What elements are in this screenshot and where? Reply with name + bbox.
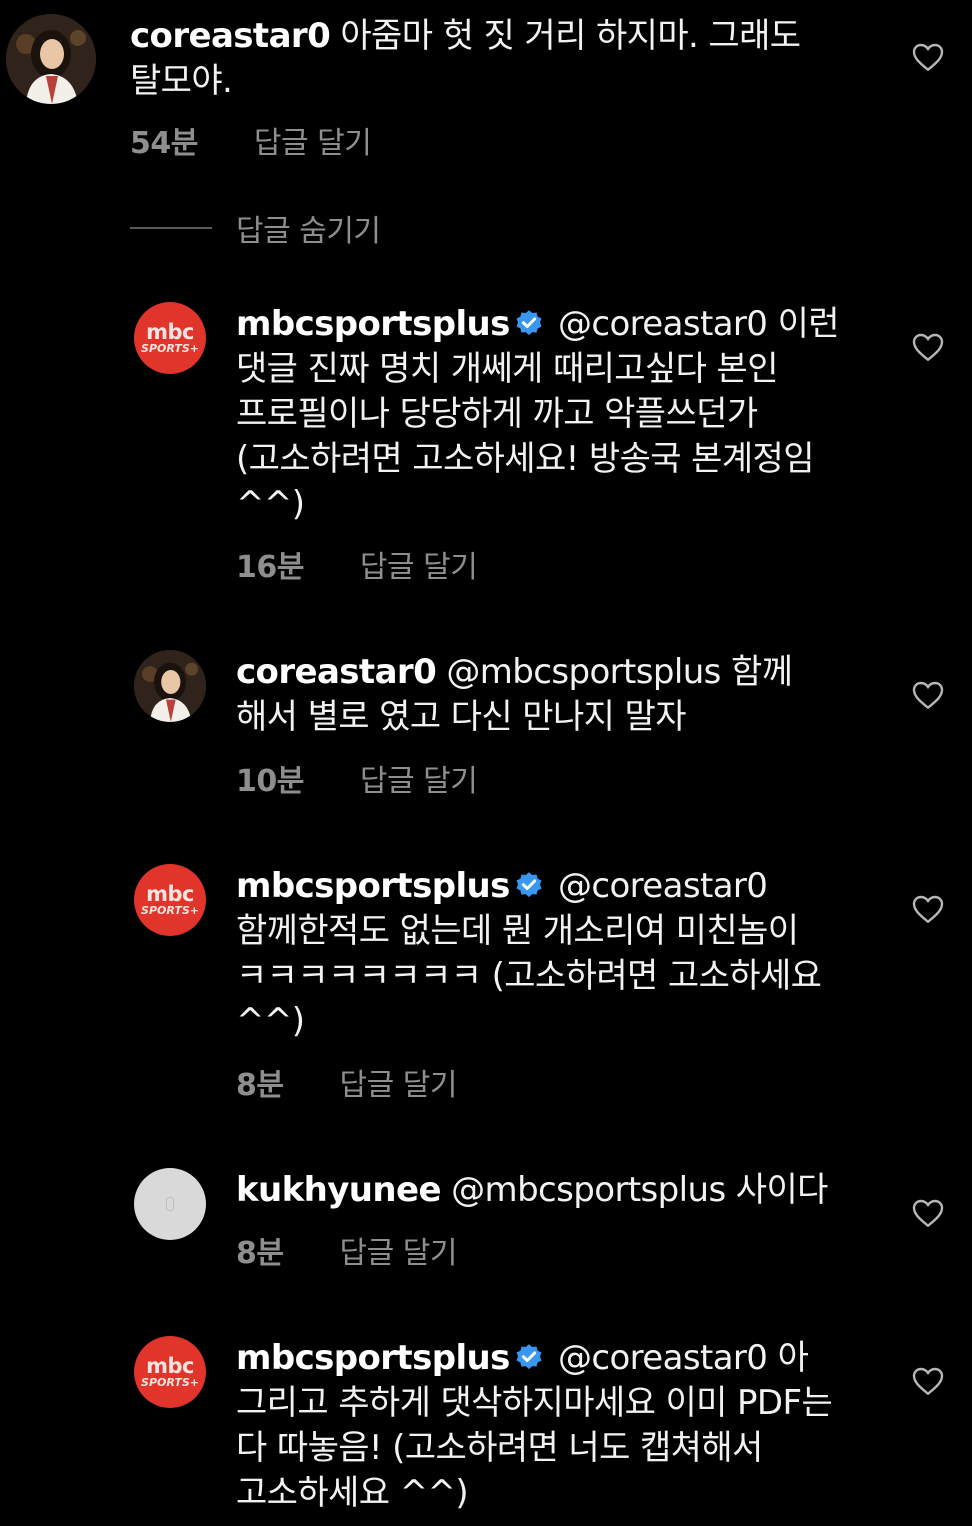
comment-username[interactable]: mbcsportsplus [236, 304, 510, 344]
reply-button[interactable]: 답글 달기 [339, 1060, 457, 1104]
verified-badge-icon [516, 1344, 542, 1369]
comment-mention[interactable]: @coreastar0 [558, 866, 768, 906]
comment-time: 54분 [130, 126, 198, 161]
comment-time: 8분 [236, 1068, 284, 1103]
comment-text: 함께한적도 없는데 뭔 개소리여 미친놈이 ㅋㅋㅋㅋㅋㅋㅋㅋ (고소하려면 고소… [236, 911, 822, 1041]
mbc-logo-bottom: SPORTS+ [141, 341, 199, 355]
heart-icon[interactable] [912, 42, 944, 72]
comment-username[interactable]: mbcsportsplus [236, 866, 510, 906]
mbc-logo-top: mbc [146, 1353, 194, 1378]
heart-icon[interactable] [912, 1366, 944, 1396]
heart-icon[interactable] [912, 680, 944, 710]
reply-button[interactable]: 답글 달기 [360, 542, 478, 586]
comments-screen: coreastar0 아줌마 헛 짓 거리 하지마. 그래도 탈모야. 54분 … [0, 0, 972, 1526]
reply-button[interactable]: 답글 달기 [339, 1228, 457, 1272]
comment-mention[interactable]: @coreastar0 [558, 304, 768, 344]
mbc-logo-top: mbc [146, 319, 194, 344]
comment-mention[interactable]: @mbcsportsplus [451, 1170, 726, 1210]
comment-username[interactable]: coreastar0 [236, 652, 437, 692]
comment-time: 10분 [236, 764, 304, 799]
heart-icon[interactable] [912, 894, 944, 924]
hide-replies-label: 답글 숨기기 [236, 214, 381, 249]
reply-button[interactable]: 답글 달기 [360, 756, 478, 800]
comment-username[interactable]: kukhyunee [236, 1170, 442, 1210]
divider [130, 227, 212, 229]
comment-username[interactable]: coreastar0 [130, 16, 331, 56]
comment-text: 사이다 [735, 1170, 829, 1210]
mbc-logo-bottom: SPORTS+ [141, 1375, 199, 1389]
mbc-logo-bottom: SPORTS+ [141, 903, 199, 917]
hide-replies-button[interactable]: 답글 숨기기 [130, 206, 381, 250]
comment-mention[interactable]: @coreastar0 [558, 1338, 768, 1378]
avatar[interactable] [6, 14, 96, 104]
avatar[interactable]: mbc SPORTS+ [134, 1336, 206, 1408]
avatar[interactable] [134, 1168, 206, 1240]
verified-badge-icon [516, 872, 542, 897]
comment-time: 8분 [236, 1236, 284, 1271]
heart-icon[interactable] [912, 1198, 944, 1228]
avatar[interactable]: mbc SPORTS+ [134, 864, 206, 936]
mbc-logo-top: mbc [146, 881, 194, 906]
heart-icon[interactable] [912, 332, 944, 362]
comment-mention[interactable]: @mbcsportsplus [446, 652, 721, 692]
verified-badge-icon [516, 310, 542, 335]
comment-time: 16분 [236, 550, 304, 585]
avatar[interactable]: mbc SPORTS+ [134, 302, 206, 374]
avatar[interactable] [134, 650, 206, 722]
default-avatar-icon [166, 1197, 174, 1211]
comment-username[interactable]: mbcsportsplus [236, 1338, 510, 1378]
reply-button[interactable]: 답글 달기 [254, 118, 372, 162]
